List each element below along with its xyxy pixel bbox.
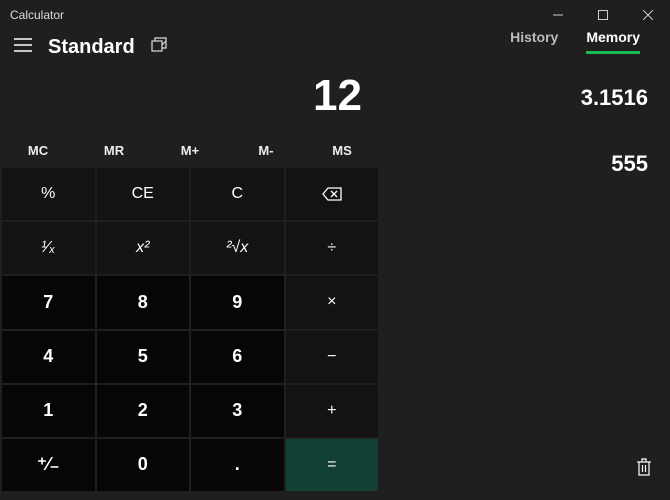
- title-bar: Calculator: [0, 0, 670, 30]
- minimize-button[interactable]: [535, 0, 580, 30]
- close-icon: [643, 10, 653, 20]
- memory-item[interactable]: 555: [380, 131, 648, 197]
- tab-memory[interactable]: Memory: [586, 29, 640, 54]
- reciprocal-key[interactable]: ¹⁄ₓ: [2, 222, 95, 274]
- minus-key[interactable]: −: [286, 331, 379, 383]
- five-key[interactable]: 5: [97, 331, 190, 383]
- square-key[interactable]: x²: [97, 222, 190, 274]
- close-button[interactable]: [625, 0, 670, 30]
- multiply-key[interactable]: ×: [286, 276, 379, 328]
- two-key[interactable]: 2: [97, 385, 190, 437]
- memory-add-button[interactable]: M+: [152, 135, 228, 168]
- keep-on-top-icon: [151, 37, 167, 53]
- maximize-icon: [598, 10, 608, 20]
- clear-key[interactable]: C: [191, 168, 284, 220]
- trash-icon: [636, 458, 652, 476]
- divide-key[interactable]: ÷: [286, 222, 379, 274]
- decimal-key[interactable]: .: [191, 439, 284, 491]
- memory-function-row: MC MR M+ M- MS: [0, 135, 380, 168]
- six-key[interactable]: 6: [191, 331, 284, 383]
- side-panel: History Memory 3.1516 555: [380, 65, 670, 493]
- clear-entry-key[interactable]: CE: [97, 168, 190, 220]
- minimize-icon: [553, 10, 563, 20]
- clear-memory-button[interactable]: [636, 458, 652, 481]
- plus-key[interactable]: +: [286, 385, 379, 437]
- result-display: 12: [0, 65, 380, 135]
- tab-history[interactable]: History: [510, 29, 558, 54]
- hamburger-icon: [14, 38, 32, 52]
- backspace-key[interactable]: [286, 168, 379, 220]
- memory-recall-button[interactable]: MR: [76, 135, 152, 168]
- negate-key[interactable]: ⁺⁄₋: [2, 439, 95, 491]
- square-root-key[interactable]: ²√x: [191, 222, 284, 274]
- menu-button[interactable]: [14, 38, 32, 57]
- four-key[interactable]: 4: [2, 331, 95, 383]
- seven-key[interactable]: 7: [2, 276, 95, 328]
- nine-key[interactable]: 9: [191, 276, 284, 328]
- memory-list: 3.1516 555: [380, 65, 670, 493]
- backspace-icon: [322, 187, 342, 201]
- memory-subtract-button[interactable]: M-: [228, 135, 304, 168]
- memory-item[interactable]: 3.1516: [380, 65, 648, 131]
- keep-on-top-button[interactable]: [151, 37, 167, 58]
- side-tabs: History Memory: [510, 29, 670, 60]
- equals-key[interactable]: =: [286, 439, 379, 491]
- calculator-panel: 12 MC MR M+ M- MS % CE C ¹⁄ₓ x² ²√x ÷ 7 …: [0, 65, 380, 493]
- keypad: % CE C ¹⁄ₓ x² ²√x ÷ 7 8 9 × 4 5 6 − 1 2 …: [0, 168, 380, 493]
- percent-key[interactable]: %: [2, 168, 95, 220]
- memory-store-button[interactable]: MS: [304, 135, 380, 168]
- window-title: Calculator: [10, 8, 64, 22]
- one-key[interactable]: 1: [2, 385, 95, 437]
- eight-key[interactable]: 8: [97, 276, 190, 328]
- maximize-button[interactable]: [580, 0, 625, 30]
- window-controls: [535, 0, 670, 30]
- memory-clear-button[interactable]: MC: [0, 135, 76, 168]
- zero-key[interactable]: 0: [97, 439, 190, 491]
- mode-label: Standard: [48, 36, 135, 59]
- three-key[interactable]: 3: [191, 385, 284, 437]
